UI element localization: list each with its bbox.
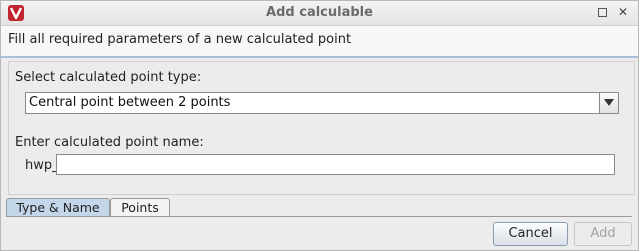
cancel-button[interactable]: Cancel [493, 222, 568, 246]
add-button[interactable]: Add [574, 222, 632, 246]
name-prefix: hwp_ [25, 158, 59, 173]
point-name-input[interactable] [56, 154, 615, 175]
tab-type-and-name[interactable]: Type & Name [6, 198, 110, 216]
maximize-icon[interactable] [595, 5, 609, 19]
point-type-selected-value: Central point between 2 points [29, 95, 231, 110]
chevron-down-icon [604, 99, 614, 106]
tab-points[interactable]: Points [110, 198, 170, 216]
dialog-window: Add calculable ✕ Fill all required param… [0, 0, 639, 251]
tab-divider [6, 216, 632, 217]
name-input-label: Enter calculated point name: [15, 135, 204, 150]
window-title: Add calculable [266, 5, 373, 20]
dropdown-arrow-button[interactable] [599, 93, 618, 113]
title-bar[interactable]: Add calculable ✕ [1, 1, 638, 26]
point-type-select[interactable]: Central point between 2 points [25, 92, 619, 114]
type-name-panel: Select calculated point type: Central po… [8, 61, 635, 195]
dialog-description: Fill all required parameters of a new ca… [8, 32, 352, 47]
close-icon[interactable]: ✕ [616, 5, 630, 19]
dialog-header: Fill all required parameters of a new ca… [1, 26, 638, 58]
type-select-label: Select calculated point type: [15, 70, 202, 85]
